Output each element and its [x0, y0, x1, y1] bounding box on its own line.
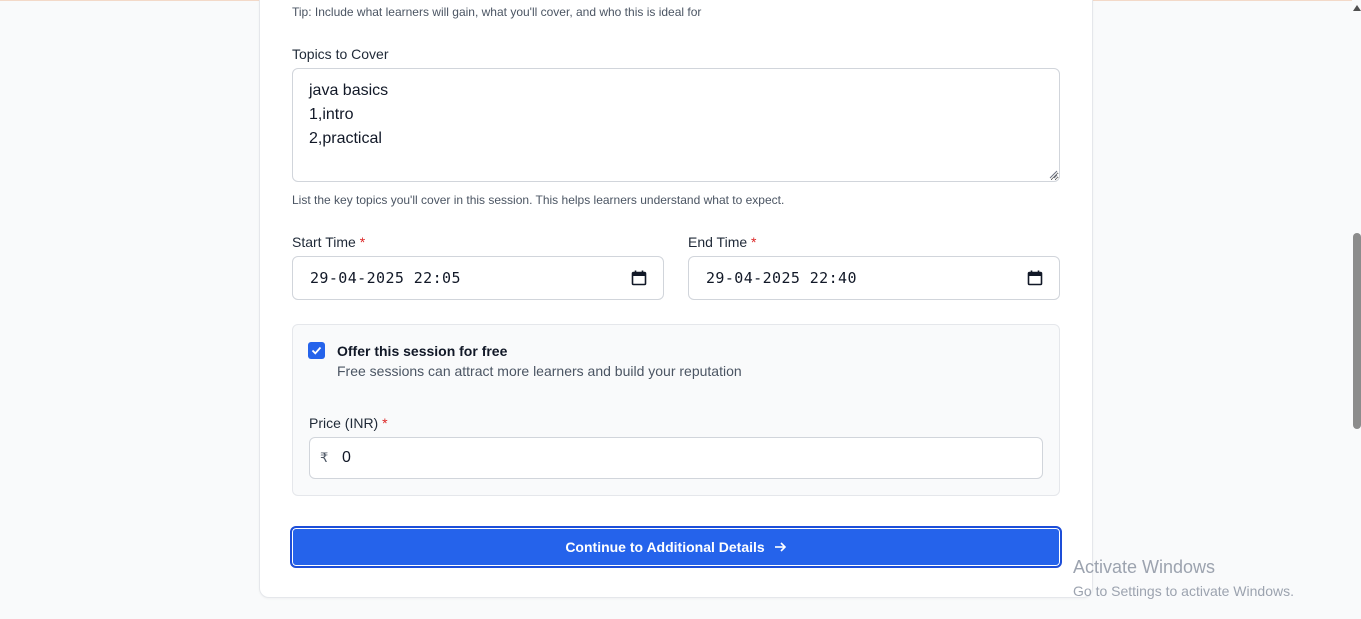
description-tip: Tip: Include what learners will gain, wh… — [292, 5, 702, 19]
end-time-label: End Time * — [688, 234, 756, 250]
calendar-icon[interactable] — [1027, 270, 1043, 286]
free-session-title[interactable]: Offer this session for free — [337, 343, 507, 359]
topics-help-text: List the key topics you'll cover in this… — [292, 193, 785, 207]
required-marker: * — [751, 234, 757, 250]
end-time-value: 29-04-2025 22:40 — [706, 269, 857, 287]
arrow-right-icon — [774, 542, 786, 552]
page-scrollbar-thumb[interactable] — [1353, 233, 1361, 429]
topics-label: Topics to Cover — [292, 46, 389, 62]
start-time-value: 29-04-2025 22:05 — [310, 269, 461, 287]
rupee-icon: ₹ — [320, 450, 329, 465]
calendar-icon[interactable] — [631, 270, 647, 286]
scroll-up-arrow-icon[interactable] — [1353, 4, 1361, 12]
free-session-checkbox[interactable] — [308, 342, 325, 359]
continue-button[interactable]: Continue to Additional Details — [290, 526, 1062, 568]
start-time-label: Start Time * — [292, 234, 365, 250]
start-time-label-text: Start Time — [292, 234, 356, 250]
windows-activation-subtitle: Go to Settings to activate Windows. — [1073, 583, 1294, 599]
price-value[interactable]: 0 — [342, 449, 351, 467]
topics-textarea[interactable]: java basics 1,intro 2,practical — [292, 68, 1060, 182]
required-marker: * — [382, 415, 388, 431]
continue-button-label: Continue to Additional Details — [565, 539, 765, 555]
required-marker: * — [359, 234, 366, 250]
check-icon — [311, 346, 322, 355]
price-label: Price (INR) * — [309, 415, 388, 431]
price-label-text: Price (INR) — [309, 415, 379, 431]
windows-activation-title: Activate Windows — [1073, 557, 1216, 577]
end-time-input[interactable]: 29-04-2025 22:40 — [688, 256, 1060, 300]
start-time-input[interactable]: 29-04-2025 22:05 — [292, 256, 664, 300]
free-session-description: Free sessions can attract more learners … — [337, 363, 742, 379]
price-input[interactable] — [309, 437, 1043, 479]
resize-grip-icon[interactable] — [1049, 170, 1058, 179]
end-time-label-text: End Time — [688, 234, 748, 250]
